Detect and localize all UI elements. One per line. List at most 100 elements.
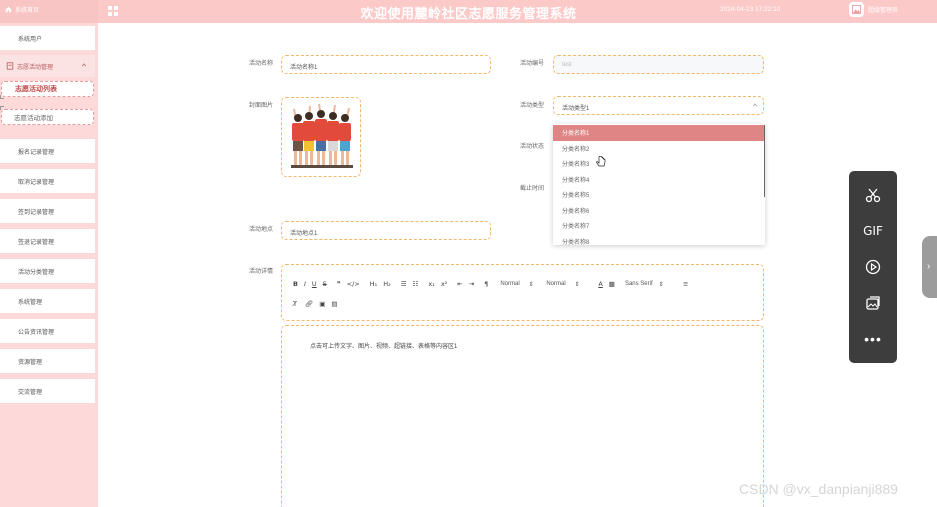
user-menu[interactable]: 超级管理员 [849, 2, 898, 17]
video-icon[interactable]: ▤ [331, 299, 337, 309]
activity-name-input[interactable]: 活动名称1 [281, 55, 491, 74]
font-select[interactable]: Sans Serif ⇕ [625, 279, 683, 289]
image-avatar-icon [852, 5, 861, 14]
ordered-list-icon[interactable]: ☰ [401, 279, 407, 289]
dropdown-option[interactable]: 分类名称3 [553, 156, 765, 172]
clean-format-icon[interactable]: T̸ [293, 299, 297, 309]
gif-icon[interactable]: GIF [863, 221, 883, 241]
dropdown-scrollbar[interactable] [764, 125, 765, 197]
chevron-up-icon [81, 63, 87, 67]
sidebar-item-label: 资源管理 [18, 359, 43, 366]
superscript-icon[interactable]: x² [441, 279, 447, 289]
cover-label: 封面图片 [249, 103, 274, 109]
font-color-icon[interactable]: A [598, 279, 602, 289]
sidebar-item-checkin-records[interactable]: 签到记录管理 [0, 199, 95, 223]
size-select-value: Normal [546, 281, 566, 287]
chevron-right-icon: › [927, 261, 931, 272]
page-title: 欢迎使用麓岭社区志愿服务管理系统 [360, 6, 577, 21]
sidebar-item-resources[interactable]: 资源管理 [0, 349, 95, 373]
h2-icon[interactable]: H₂ [383, 279, 391, 289]
sidebar-item-cancel-records[interactable]: 取消记录管理 [0, 169, 95, 193]
user-name: 超级管理员 [868, 8, 899, 14]
deadline-label: 截止时间 [520, 186, 545, 192]
activity-code-input[interactable]: test [553, 55, 764, 74]
sidebar-item-news[interactable]: 公告资讯管理 [0, 319, 95, 343]
app-root: 系统首页 欢迎使用麓岭社区志愿服务管理系统 2024-04-13 17:22:1… [0, 0, 937, 507]
indent-icon[interactable]: ⇥ [469, 279, 474, 289]
chevron-updown-icon: ⇕ [658, 281, 664, 288]
menu-connector [0, 106, 4, 110]
chevron-updown-icon: ⇕ [528, 281, 534, 288]
dropdown-option[interactable]: 分类名称5 [553, 187, 765, 203]
sidebar-item-label: 签到记录管理 [18, 209, 55, 216]
screenshot-window-icon[interactable] [863, 293, 883, 313]
sidebar-item-activity-add[interactable]: 志愿活动添加 [0, 106, 94, 125]
document-icon [6, 62, 14, 70]
editor-toolbar: B I U S ❞ </> H₁ H₂ ☰ ☷ x₁ x² ⇤ ⇥ ¶ Norm… [281, 264, 764, 321]
background-color-icon[interactable]: ▩ [609, 279, 615, 289]
underline-icon[interactable]: U [312, 279, 317, 289]
editor-text: 点击可上传文字、图片、视频、超链接、表格等内容区1 [310, 344, 458, 350]
detail-label: 活动详情 [249, 269, 274, 275]
subscript-icon[interactable]: x₁ [428, 279, 434, 289]
sidebar-item-label: 志愿活动列表 [15, 86, 57, 93]
sidebar-item-signup-records[interactable]: 报名记录管理 [0, 139, 95, 163]
toolbar-row-2: T̸ 🔗︎ ▣ ▤ [293, 299, 344, 309]
code-label: 活动编号 [520, 61, 545, 67]
h1-icon[interactable]: H₁ [370, 279, 378, 289]
direction-icon[interactable]: ¶ [484, 279, 488, 289]
sidebar-item-system-users[interactable]: 系统用户 [0, 26, 95, 50]
strike-icon[interactable]: S [323, 279, 327, 289]
volunteers-image [291, 103, 353, 168]
code-icon[interactable]: </> [347, 279, 360, 289]
size-select[interactable]: Normal ⇕ [546, 279, 598, 289]
type-label: 活动类型 [520, 103, 545, 109]
activity-type-select[interactable]: 活动类型1 [553, 96, 764, 115]
bullet-list-icon[interactable]: ☷ [413, 279, 419, 289]
activity-address-input[interactable]: 活动地点1 [281, 221, 491, 240]
chevron-updown-icon: ⇕ [574, 281, 580, 288]
screen-record-icon[interactable] [863, 257, 883, 277]
link-icon[interactable]: 🔗︎ [305, 299, 313, 309]
rich-text-editor: B I U S ❞ </> H₁ H₂ ☰ ☷ x₁ x² ⇤ ⇥ ¶ Norm… [281, 264, 764, 507]
toolbar-row-1: B I U S ❞ </> H₁ H₂ ☰ ☷ x₁ x² ⇤ ⇥ ¶ Norm… [293, 279, 694, 289]
cover-image-upload[interactable] [281, 97, 361, 177]
scissors-icon[interactable] [863, 185, 883, 205]
sidebar-item-label: 交流管理 [18, 389, 43, 396]
blockquote-icon[interactable]: ❞ [337, 279, 341, 289]
image-icon[interactable]: ▣ [319, 299, 325, 309]
italic-icon[interactable]: I [304, 279, 306, 289]
dropdown-option[interactable]: 分类名称2 [553, 141, 765, 157]
side-expand-tab[interactable]: › [922, 236, 937, 298]
more-icon[interactable]: ••• [863, 329, 883, 349]
font-select-value: Sans Serif [624, 281, 653, 287]
align-icon[interactable]: ≡ [683, 279, 688, 289]
header-select[interactable]: Normal ⇕ [500, 279, 546, 289]
dropdown-option[interactable]: 分类名称8 [553, 234, 765, 245]
activity-type-value: 活动类型1 [562, 106, 590, 112]
name-label: 活动名称 [249, 61, 274, 67]
sidebar-item-category[interactable]: 活动分类管理 [0, 259, 95, 283]
sidebar-item-label: 活动分类管理 [18, 269, 55, 276]
sidebar-item-checkout-records[interactable]: 签退记录管理 [0, 229, 95, 253]
hand-cursor-icon [596, 156, 606, 167]
dropdown-option[interactable]: 分类名称7 [553, 218, 765, 234]
dropdown-option[interactable]: 分类名称4 [553, 172, 765, 188]
sidebar-item-label: 签退记录管理 [18, 239, 55, 246]
sidebar-group-activity[interactable]: 志愿活动管理 [0, 55, 95, 77]
sidebar-item-system[interactable]: 系统管理 [0, 289, 95, 313]
sidebar-item-exchange[interactable]: 交流管理 [0, 379, 95, 403]
avatar [849, 2, 864, 17]
type-dropdown[interactable]: 分类名称1 分类名称2 分类名称3 分类名称4 分类名称5 分类名称6 分类名称… [553, 124, 765, 245]
editor-content[interactable]: 点击可上传文字、图片、视频、超链接、表格等内容区1 [281, 325, 764, 507]
chevron-up-icon [752, 103, 758, 107]
header-select-value: Normal [500, 281, 520, 287]
dropdown-option[interactable]: 分类名称1 [553, 125, 765, 141]
bold-icon[interactable]: B [293, 279, 298, 289]
dropdown-option[interactable]: 分类名称6 [553, 203, 765, 219]
sidebar-item-activity-list[interactable]: 志愿活动列表 [0, 81, 94, 99]
sidebar-item-label: 公告资讯管理 [18, 329, 55, 336]
outdent-icon[interactable]: ⇤ [457, 279, 462, 289]
current-time: 2024-04-13 17:22:10 [720, 6, 781, 13]
floating-toolbar: GIF ••• [849, 171, 897, 363]
